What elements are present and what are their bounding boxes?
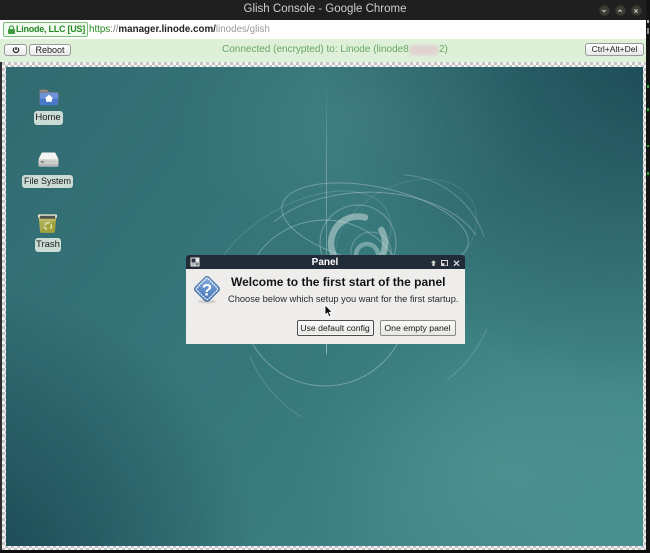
svg-text:?: ?: [201, 281, 211, 300]
